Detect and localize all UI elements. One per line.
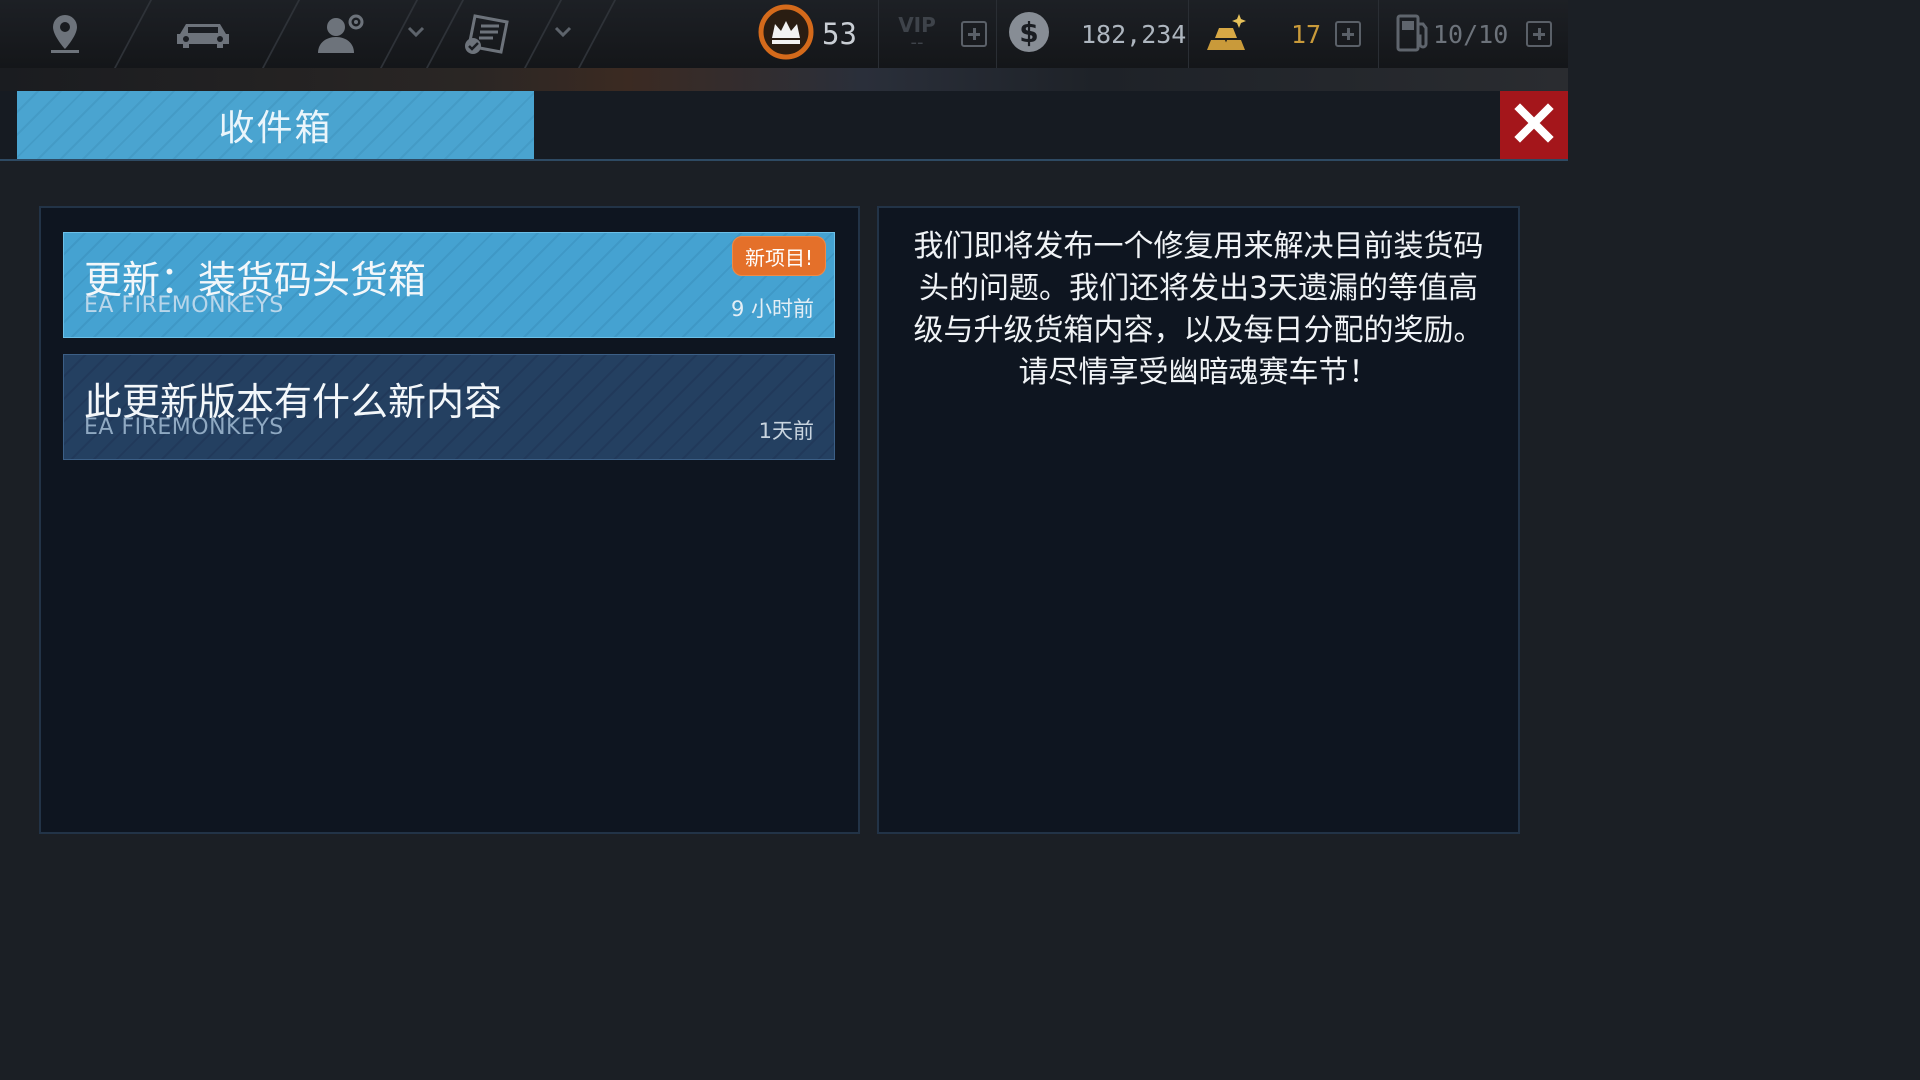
gold-display[interactable]: 17 xyxy=(1188,0,1379,68)
message-item[interactable]: 此更新版本有什么新内容 EA FIREMONKEYS 1天前 xyxy=(63,354,835,460)
message-detail-panel: 我们即将发布一个修复用来解决目前装货码头的问题。我们还将发出3天遗漏的等值高级与… xyxy=(877,206,1520,834)
gold-value: 17 xyxy=(1291,19,1322,49)
message-sender: EA FIREMONKEYS xyxy=(84,293,284,318)
header-tab-row: 收件箱 xyxy=(0,91,1568,161)
gold-add-button[interactable] xyxy=(1335,21,1362,47)
close-x-icon xyxy=(1514,103,1554,147)
cash-value: 182,234 xyxy=(1081,19,1187,49)
gold-bars-icon xyxy=(1201,12,1249,56)
fuel-add-button[interactable] xyxy=(1526,21,1553,47)
chevron-down-icon[interactable] xyxy=(553,22,573,46)
close-button[interactable] xyxy=(1500,91,1568,159)
vip-add-button[interactable] xyxy=(961,21,987,47)
fuel-value: 10/10 xyxy=(1433,19,1509,49)
rank-value: 53 xyxy=(822,17,857,51)
location-pin-icon[interactable] xyxy=(36,0,94,68)
chevron-down-icon[interactable] xyxy=(406,22,426,46)
crown-icon xyxy=(758,4,814,64)
message-item-selected[interactable]: 更新：装货码头货箱 EA FIREMONKEYS 9 小时前 新项目! xyxy=(63,232,835,338)
message-time: 1天前 xyxy=(758,419,814,443)
message-body: 我们即将发布一个修复用来解决目前装货码头的问题。我们还将发出3天遗漏的等值高级与… xyxy=(913,229,1484,390)
cash-display[interactable]: $ 182,234 xyxy=(996,0,1189,68)
checklist-icon[interactable] xyxy=(458,0,514,68)
car-icon[interactable] xyxy=(170,0,236,68)
dollar-coin-icon: $ xyxy=(1007,10,1051,58)
fuel-display[interactable]: 10/10 xyxy=(1378,0,1569,68)
tab-inbox[interactable]: 收件箱 xyxy=(17,91,534,159)
message-sender: EA FIREMONKEYS xyxy=(84,415,284,440)
svg-text:$: $ xyxy=(1019,16,1038,49)
rank-display[interactable]: 53 xyxy=(758,0,878,68)
top-bar: 53 VIP -- $ 182,234 17 10/10 xyxy=(0,0,1568,69)
fuel-pump-icon xyxy=(1395,12,1431,56)
background-strip xyxy=(0,68,1568,92)
message-time: 9 小时前 xyxy=(730,297,814,321)
message-list-panel: 更新：装货码头货箱 EA FIREMONKEYS 9 小时前 新项目! 此更新版… xyxy=(39,206,860,834)
new-item-badge: 新项目! xyxy=(731,236,826,276)
vip-display[interactable]: VIP -- xyxy=(878,0,997,68)
profile-settings-icon[interactable] xyxy=(312,0,370,68)
